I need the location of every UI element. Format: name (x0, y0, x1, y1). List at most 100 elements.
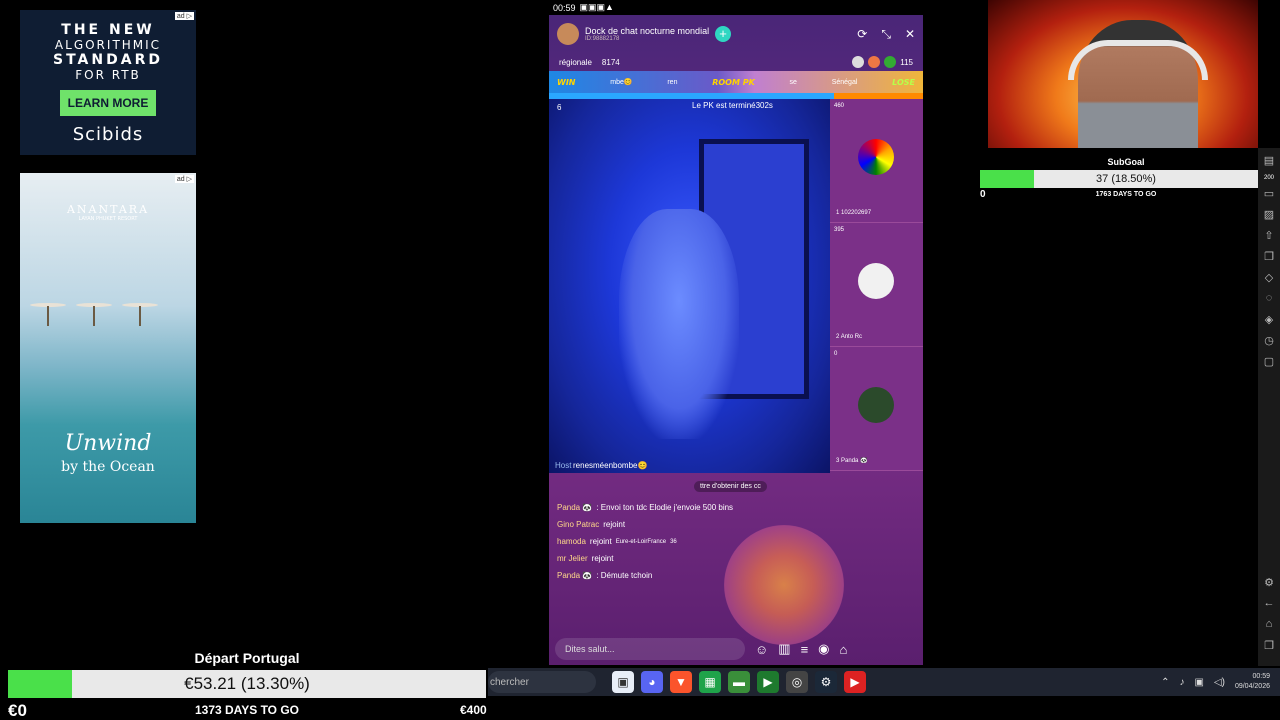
chat-author[interactable]: Panda 🐼 (557, 571, 592, 580)
chat-location: Eure-et-LoirFrance (615, 538, 667, 545)
windows-taskbar: chercher ▣ ◕ ▼ ▦ ▬ ▶ ◎ ⚙ ▶ ⌃ ♪ ▣ ◁) 00:5… (488, 668, 1280, 696)
clock[interactable]: 00:59 09/04/2026 (1235, 672, 1270, 692)
copy-icon[interactable]: ❐ (1264, 250, 1274, 271)
ad-line: FOR RTB (75, 68, 141, 82)
chat-input[interactable]: Dites salut... (555, 638, 745, 660)
tag-icon[interactable]: ◇ (1265, 271, 1273, 292)
room-subbar: régionale 8174 115 (549, 53, 923, 71)
home-icon[interactable]: ⌂ (1266, 618, 1273, 639)
mic-icon[interactable]: ▥ (778, 641, 790, 657)
chat-text: rejoint (603, 520, 626, 529)
goal-high: €400 (460, 703, 487, 717)
menu-icon[interactable]: ≡ (801, 642, 809, 657)
game-icon[interactable]: ◉ (818, 641, 829, 657)
task-hint[interactable]: ttre d'obtenir des cc (694, 481, 767, 492)
back-icon[interactable]: ← (1264, 597, 1275, 618)
guest-seat[interactable]: 0 3 Panda 🐼 (830, 347, 923, 471)
ad-line: ALGORITHMIC (54, 38, 162, 52)
pk-right-country: Sénégal (831, 78, 858, 86)
mic-icon[interactable]: ♪ (1179, 677, 1184, 688)
chat-icon[interactable]: ▤ (1264, 154, 1274, 175)
history-icon[interactable]: ◷ (1264, 334, 1274, 355)
host-video[interactable]: 6 Le PK est terminé302s Host renesméenbo… (549, 99, 830, 473)
host-score: 6 (557, 103, 562, 112)
phone-status-bar: 00:59 ▣▣▣▲ (553, 2, 614, 13)
subgoal-title: SubGoal (1107, 157, 1145, 167)
chat-message: Gino Patrac rejoint (557, 520, 915, 529)
region-label[interactable]: régionale (559, 58, 592, 67)
play-icon[interactable]: ▶ (757, 671, 779, 693)
room-pk-label: ROOM PK (712, 77, 755, 87)
guest-avatar[interactable] (858, 263, 894, 299)
chat-message: hamoda rejoint Eure-et-LoirFrance 36 (557, 537, 915, 546)
scibids-ad[interactable]: ad ▷ THE NEW ALGORITHMIC STANDARD FOR RT… (20, 10, 196, 155)
copy-icon[interactable]: ❐ (1264, 639, 1274, 660)
chat-author[interactable]: hamoda (557, 537, 586, 546)
room-id: ID:98882178 (585, 36, 620, 42)
ad-tagline: Unwind (64, 431, 152, 456)
chat-author[interactable]: mr Jelier (557, 554, 588, 563)
viewer-list[interactable]: 115 (852, 56, 913, 68)
room-title: Dock de chat nocturne mondial (585, 26, 710, 36)
viewer-count: 115 (900, 57, 913, 67)
image-icon[interactable]: ▨ (1264, 208, 1274, 229)
anantara-sub: LAYAN PHUKET RESORT (78, 216, 138, 222)
seat-score: 460 (834, 103, 845, 109)
adchoices-icon[interactable]: ad ▷ (174, 175, 194, 183)
guest-seat[interactable]: 395 2 Anto Rc (830, 223, 923, 347)
guest-seat[interactable]: 460 1 102202697 (830, 99, 923, 223)
chat-message: Panda 🐼: Envoi ton tdc Elodie j'envoie 5… (557, 503, 915, 512)
room-header: Dock de chat nocturne mondial ID:9888217… (549, 15, 923, 53)
clock-time: 00:59 (1252, 673, 1270, 680)
anantara-ad[interactable]: ad ▷ ANANTARA LAYAN PHUKET RESORT Unwind… (20, 173, 196, 523)
chat-author[interactable]: Panda 🐼 (557, 503, 592, 512)
lose-badge: LOSE (892, 77, 915, 87)
phone-time: 00:59 (553, 2, 576, 13)
webcam-overlay (988, 0, 1258, 148)
upload-icon[interactable]: ⇧ (1264, 229, 1273, 250)
subgoal-text: 37 (18.50%) (1096, 173, 1156, 185)
folder-icon[interactable]: ▬ (728, 671, 750, 693)
seat-score: 395 (834, 227, 845, 233)
follow-plus-icon[interactable]: + (715, 26, 732, 42)
discord-icon[interactable]: ◕ (641, 671, 663, 693)
volume-icon[interactable]: ◁) (1214, 677, 1225, 688)
network-icon[interactable]: ▣ (1194, 677, 1203, 688)
chat-text: : Démute tchoin (596, 571, 653, 580)
goal-bar: €53.21 (13.30%) (8, 670, 486, 698)
chat-author[interactable]: Gino Patrac (557, 520, 599, 529)
layers-icon[interactable]: ◈ (1265, 313, 1273, 334)
guest-avatar[interactable] (858, 139, 894, 175)
close-icon[interactable]: ✕ (905, 27, 915, 42)
pk-right-name: se (789, 78, 797, 86)
sheets-icon[interactable]: ▦ (699, 671, 721, 693)
seat-score: 0 (834, 351, 838, 357)
screen-icon[interactable]: ▭ (1264, 187, 1274, 208)
record-icon[interactable]: ◎ (786, 671, 808, 693)
event-badge[interactable] (724, 525, 844, 645)
pk-left-name: mbe😊 (610, 79, 633, 86)
guest-avatar[interactable] (858, 387, 894, 423)
steam-icon[interactable]: ⚙ (815, 671, 837, 693)
adchoices-icon[interactable]: ad ▷ (174, 12, 194, 20)
share-icon[interactable]: ⟳ (857, 27, 867, 42)
minimize-icon[interactable]: ⤡ (881, 27, 891, 42)
learn-more-button[interactable]: LEARN MORE (59, 90, 157, 116)
goal-text: €53.21 (13.30%) (184, 674, 310, 693)
brave-icon[interactable]: ▼ (670, 671, 692, 693)
host-name[interactable]: renesméenbombe😊 (573, 461, 647, 470)
ad-tagline: by the Ocean (61, 459, 155, 475)
host-tag: Host (555, 461, 572, 470)
bulb-icon[interactable]: ◌ (1266, 292, 1273, 313)
task-view-icon[interactable]: ▣ (612, 671, 634, 693)
room-avatar[interactable] (557, 23, 579, 45)
viewer-avatar (884, 56, 897, 68)
gift-icon[interactable]: ⌂ (840, 642, 848, 657)
notification-icon: ▣▣▣▲ (579, 2, 614, 12)
chevron-up-icon[interactable]: ⌃ (1161, 677, 1169, 688)
youtube-icon[interactable]: ▶ (844, 671, 866, 693)
frame-icon[interactable]: ▢ (1264, 355, 1274, 376)
gear-icon[interactable]: ⚙ (1264, 576, 1274, 597)
emoji-icon[interactable]: ☺ (755, 642, 768, 657)
search-input[interactable]: chercher (488, 671, 596, 693)
